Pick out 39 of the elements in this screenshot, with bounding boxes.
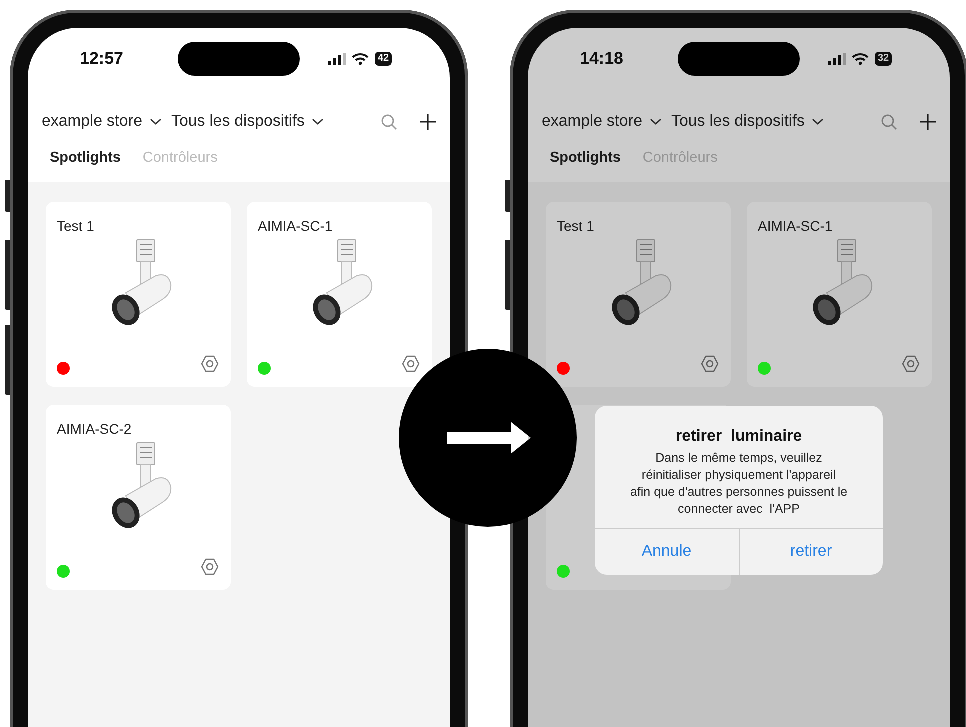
tab[interactable]: Spotlights xyxy=(550,148,621,168)
settings-icon[interactable] xyxy=(401,354,421,374)
device-card[interactable]: Test 1 xyxy=(546,202,731,387)
device-name: AIMIA-SC-1 xyxy=(258,218,333,234)
chevron-down-icon xyxy=(650,118,662,126)
device-name: AIMIA-SC-1 xyxy=(758,218,833,234)
search-icon[interactable] xyxy=(381,114,398,130)
device-name: AIMIA-SC-2 xyxy=(57,421,132,437)
device-filter-dropdown[interactable]: Tous les dispositifs xyxy=(672,113,824,131)
chevron-down-icon xyxy=(150,118,162,126)
battery-icon: 32 xyxy=(875,52,892,66)
device-name: Test 1 xyxy=(557,218,594,234)
wifi-icon xyxy=(352,53,369,65)
dialog-title: retirer luminaire xyxy=(676,428,802,446)
chevron-down-icon xyxy=(812,118,824,126)
status-time: 14:18 xyxy=(580,49,624,69)
tab[interactable]: Spotlights xyxy=(50,148,121,168)
status-time: 12:57 xyxy=(80,49,124,69)
store-dropdown[interactable]: example store xyxy=(42,113,162,131)
settings-icon[interactable] xyxy=(901,354,921,374)
add-icon[interactable] xyxy=(420,114,436,130)
device-filter-dropdown[interactable]: Tous les dispositifs xyxy=(172,113,324,131)
device-name: Test 1 xyxy=(57,218,94,234)
settings-icon[interactable] xyxy=(200,557,220,577)
signal-icon xyxy=(828,53,846,65)
device-card[interactable]: Test 1 xyxy=(46,202,231,387)
settings-icon[interactable] xyxy=(200,354,220,374)
search-icon[interactable] xyxy=(881,114,898,130)
signal-icon xyxy=(328,53,346,65)
chevron-down-icon xyxy=(312,118,324,126)
dialog-message: Dans le même temps, veuillez réinitialiser physiquement l'appareil afin que d'autres personnes puissent le connecter avec l'APP xyxy=(630,450,848,518)
device-card[interactable]: AIMIA-SC-1 xyxy=(747,202,932,387)
store-dropdown[interactable]: example store xyxy=(542,113,662,131)
device-card[interactable]: AIMIA-SC-2 xyxy=(46,405,231,590)
add-icon[interactable] xyxy=(920,114,936,130)
device-card[interactable]: AIMIA-SC-1 xyxy=(247,202,432,387)
battery-icon: 42 xyxy=(375,52,392,66)
settings-icon[interactable] xyxy=(700,354,720,374)
wifi-icon xyxy=(852,53,869,65)
